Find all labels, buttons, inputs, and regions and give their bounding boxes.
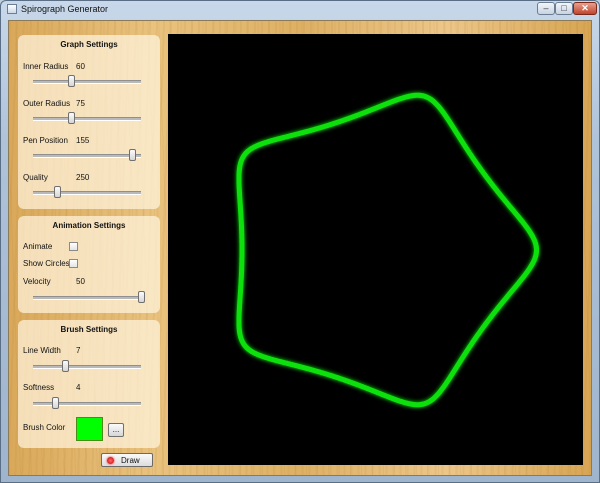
inner-radius-label: Inner Radius (23, 62, 69, 71)
inner-radius-slider-thumb[interactable] (67, 75, 75, 87)
pen-position-slider-thumb[interactable] (129, 149, 137, 161)
graph-settings-panel: Graph Settings Inner Radius 60 Outer Rad… (18, 35, 160, 209)
softness-slider-thumb[interactable] (51, 397, 59, 409)
inner-radius-value: 60 (76, 62, 85, 71)
velocity-slider[interactable] (33, 291, 145, 303)
client-area: Graph Settings Inner Radius 60 Outer Rad… (8, 20, 592, 476)
quality-slider[interactable] (33, 186, 141, 198)
draw-button[interactable]: Draw (101, 453, 153, 467)
animation-settings-panel: Animation Settings Animate Show Circles … (18, 216, 160, 313)
quality-value: 250 (76, 173, 90, 182)
animate-label: Animate (23, 242, 53, 251)
outer-radius-value: 75 (76, 99, 85, 108)
outer-radius-slider[interactable] (33, 112, 141, 124)
outer-radius-label: Outer Radius (23, 99, 71, 108)
quality-slider-thumb[interactable] (53, 186, 61, 198)
line-width-slider[interactable] (33, 360, 141, 372)
brush-color-swatch (76, 417, 103, 441)
app-icon (7, 4, 17, 14)
inner-radius-slider[interactable] (33, 75, 141, 87)
velocity-slider-thumb[interactable] (138, 291, 145, 303)
animate-checkbox[interactable] (69, 242, 78, 251)
outer-radius-slider-thumb[interactable] (67, 112, 75, 124)
spirograph-curve (236, 92, 539, 408)
red-star-icon (107, 457, 114, 464)
animation-settings-title: Animation Settings (52, 221, 126, 230)
title-bar[interactable]: Spirograph Generator – □ ✕ (1, 1, 599, 19)
softness-value: 4 (76, 383, 81, 392)
velocity-value: 50 (76, 277, 85, 286)
pen-position-slider[interactable] (33, 149, 141, 161)
window-title: Spirograph Generator (21, 4, 109, 14)
line-width-slider-thumb[interactable] (62, 360, 70, 372)
show-circles-checkbox[interactable] (69, 259, 78, 268)
quality-label: Quality (23, 173, 48, 182)
softness-label: Softness (23, 383, 55, 392)
spirograph-canvas[interactable] (168, 34, 583, 465)
app-window: Spirograph Generator – □ ✕ Graph Setting… (0, 0, 600, 483)
show-circles-label: Show Circles (23, 259, 70, 268)
velocity-label: Velocity (23, 277, 51, 286)
choose-color-button[interactable]: ... (108, 423, 124, 437)
pen-position-value: 155 (76, 136, 90, 145)
draw-button-label: Draw (121, 456, 140, 465)
softness-slider[interactable] (33, 397, 141, 409)
brush-color-label: Brush Color (23, 423, 66, 432)
line-width-label: Line Width (23, 346, 61, 355)
line-width-value: 7 (76, 346, 81, 355)
maximize-button[interactable]: □ (555, 2, 573, 15)
brush-settings-panel: Brush Settings Line Width 7 Softness 4 B… (18, 320, 160, 448)
graph-settings-title: Graph Settings (60, 40, 118, 49)
minimize-button[interactable]: – (537, 2, 555, 15)
brush-settings-title: Brush Settings (60, 325, 118, 334)
close-button[interactable]: ✕ (573, 2, 597, 15)
pen-position-label: Pen Position (23, 136, 68, 145)
spirograph-drawing (236, 92, 539, 408)
